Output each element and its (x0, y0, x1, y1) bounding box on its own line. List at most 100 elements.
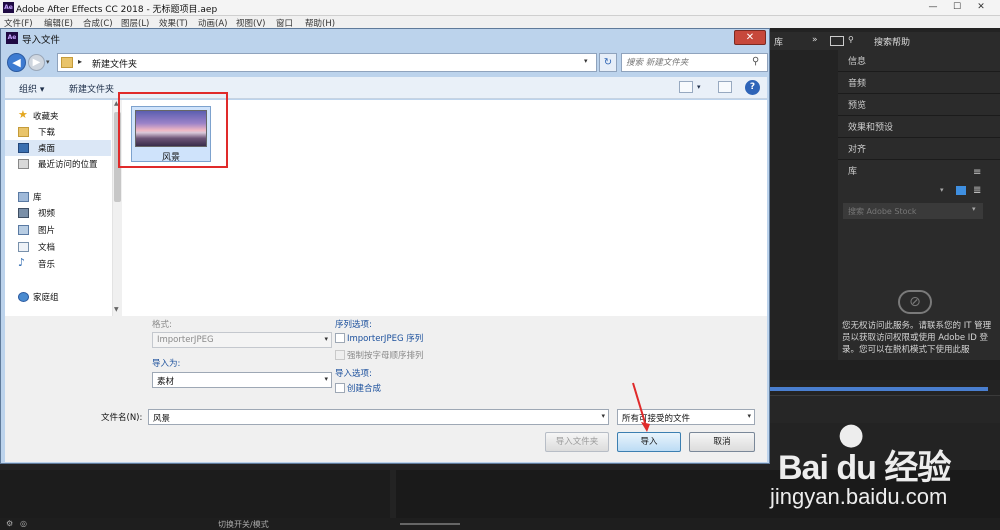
grid-view-icon[interactable] (956, 186, 966, 195)
panel-info[interactable]: 信息 (838, 50, 1000, 72)
watermark-url: jingyan.baidu.com (770, 484, 948, 509)
nav-downloads[interactable]: 下载 (5, 124, 111, 140)
watermark-brand: Bai du 经验 (778, 449, 951, 487)
chevron-down-icon[interactable]: ▾ (972, 205, 976, 213)
panel-align[interactable]: 对齐 (838, 138, 1000, 160)
chevron-down-icon[interactable]: ▾ (584, 57, 588, 65)
list-view-icon[interactable]: ≣ (973, 185, 981, 196)
organize-button[interactable]: 组织 ▾ (19, 82, 44, 95)
nav-libraries[interactable]: 库 (5, 189, 111, 205)
chevron-down-icon[interactable]: ▾ (940, 186, 944, 194)
search-input[interactable] (626, 56, 746, 69)
timeline-navigator[interactable] (770, 385, 1000, 393)
panel-preview[interactable]: 预览 (838, 94, 1000, 116)
music-icon: ♪ (18, 256, 26, 269)
nav-recent[interactable]: 最近访问的位置 (5, 156, 111, 172)
sequence-options-label: 序列选项: (335, 320, 372, 330)
address-row: ◀ ▶ ▾ ▸ 新建文件夹 ▾ ↻ ⚲ (5, 51, 768, 75)
force-alphabetical-checkbox (335, 350, 345, 360)
chevron-right-icon[interactable]: » (812, 35, 818, 45)
app-title: Adobe After Effects CC 2018 - 无标题项目.aep (16, 5, 218, 15)
zoom-slider[interactable] (400, 523, 460, 525)
toggle-switches-modes[interactable]: 切换开关/模式 (218, 519, 269, 530)
annotation-highlight-box (118, 92, 228, 168)
folder-search[interactable]: ⚲ (621, 53, 768, 72)
workspace-library-label[interactable]: 库 (774, 35, 783, 48)
baidu-jingyan-watermark: ● Bai du 经验 jingyan.baidu.com (768, 418, 1000, 518)
app-titlebar: Ae Adobe After Effects CC 2018 - 无标题项目.a… (0, 0, 1000, 16)
dialog-close-button[interactable]: ✕ (734, 30, 766, 45)
new-folder-button[interactable]: 新建文件夹 (69, 82, 114, 95)
nav-desktop[interactable]: 桌面 (5, 140, 111, 156)
timeline-header (770, 360, 1000, 380)
format-label: 格式: (152, 320, 172, 330)
create-composition-label[interactable]: 创建合成 (347, 382, 381, 394)
library-message: 您无权访问此服务。请联系您的 IT 管理员以获取访问权限或使用 Adobe ID… (842, 321, 992, 355)
composition-icon[interactable]: ⚙ (6, 519, 13, 528)
help-icon[interactable]: ? (745, 80, 760, 95)
chevron-right-icon[interactable]: ▸ (78, 57, 82, 66)
filename-label: 文件名(N): (101, 413, 143, 423)
format-select: ImporterJPEG ▾ (152, 332, 332, 348)
address-bar[interactable]: ▸ 新建文件夹 ▾ (57, 53, 597, 72)
dialog-titlebar: Ae 导入文件 ✕ (1, 29, 769, 47)
dialog-title: 导入文件 (22, 35, 61, 46)
nav-favorites[interactable]: ★ 收藏夹 (5, 108, 111, 124)
import-folder-button: 导入文件夹 (545, 432, 609, 452)
cloud-offline-icon: ⊘ (898, 290, 932, 314)
chevron-down-icon: ▾ (324, 335, 328, 343)
chevron-down-icon[interactable]: ▾ (697, 83, 701, 91)
import-options-label: 导入选项: (335, 369, 372, 379)
maximize-button[interactable]: ☐ (946, 0, 968, 14)
nav-videos[interactable]: 视频 (5, 205, 111, 221)
panel-audio[interactable]: 音频 (838, 72, 1000, 94)
ae-logo-icon: Ae (3, 2, 14, 13)
scroll-down-icon[interactable]: ▼ (114, 306, 119, 313)
folder-icon (61, 57, 73, 68)
address-path[interactable]: 新建文件夹 (92, 57, 137, 70)
import-options: 格式: ImporterJPEG ▾ 导入为: 素材 ▾ 序列选项: Importe… (5, 316, 767, 462)
documents-icon (18, 242, 29, 252)
import-button[interactable]: 导入 (617, 432, 681, 452)
forward-button[interactable]: ▶ (28, 54, 45, 71)
video-icon (18, 208, 29, 218)
annotation-arrow-icon (632, 382, 650, 432)
pictures-icon (18, 225, 29, 235)
settings-icon[interactable]: ◎ (20, 519, 27, 528)
recent-pages-icon[interactable]: ▾ (46, 58, 50, 66)
sequence-checkbox[interactable] (335, 333, 345, 343)
homegroup-icon (18, 292, 29, 302)
create-composition-checkbox[interactable] (335, 383, 345, 393)
workspace-toolbar: 库 » ⚲ 搜索帮助 (768, 32, 1000, 50)
minimize-button[interactable]: — (922, 0, 944, 14)
search-help-field[interactable]: 搜索帮助 (874, 35, 910, 48)
timeline-range[interactable] (770, 387, 988, 391)
filename-input[interactable]: 风景 ▾ (148, 409, 609, 425)
chevron-down-icon[interactable]: ▾ (324, 375, 328, 383)
nav-music[interactable]: ♪ 音乐 (5, 256, 111, 272)
nav-homegroup[interactable]: 家庭组 (5, 289, 111, 305)
desktop-icon (18, 143, 29, 153)
force-alphabetical-label: 强制按字母顺序排列 (347, 351, 424, 361)
close-app-button[interactable]: ✕ (970, 0, 992, 14)
stock-search-input[interactable]: 搜索 Adobe Stock (843, 203, 983, 219)
recent-places-icon (18, 159, 29, 169)
preview-pane-icon[interactable] (718, 81, 732, 93)
chevron-down-icon[interactable]: ▾ (601, 412, 605, 420)
panel-menu-icon[interactable]: ≡ (973, 167, 981, 178)
view-options-icon[interactable] (679, 81, 693, 93)
import-file-dialog: Ae 导入文件 ✕ ◀ ▶ ▾ ▸ 新建文件夹 ▾ ↻ ⚲ 组织 ▾ 新建文件夹… (0, 28, 770, 464)
nav-documents[interactable]: 文档 (5, 239, 111, 255)
panel-effects-presets[interactable]: 效果和预设 (838, 116, 1000, 138)
monitor-icon[interactable] (830, 36, 844, 46)
back-button[interactable]: ◀ (7, 53, 26, 72)
cancel-button[interactable]: 取消 (689, 432, 755, 452)
search-icon[interactable]: ⚲ (848, 35, 854, 44)
nav-pictures[interactable]: 图片 (5, 222, 111, 238)
sequence-checkbox-label[interactable]: ImporterJPEG 序列 (347, 332, 423, 344)
chevron-down-icon[interactable]: ▾ (747, 412, 751, 420)
import-as-select[interactable]: 素材 ▾ (152, 372, 332, 388)
project-panel-bottom (0, 470, 390, 518)
search-icon[interactable]: ⚲ (752, 56, 759, 67)
refresh-button[interactable]: ↻ (599, 53, 617, 72)
